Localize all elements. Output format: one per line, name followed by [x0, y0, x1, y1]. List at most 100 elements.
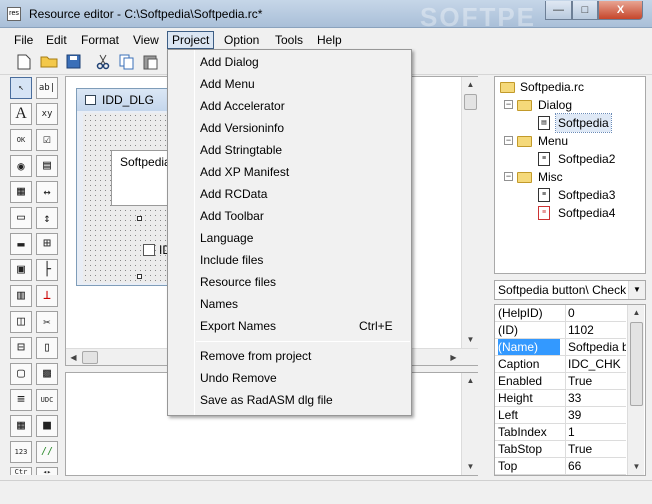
maximize-button[interactable]: □: [572, 1, 598, 20]
listview-tool-icon[interactable]: ▣: [10, 259, 32, 281]
groupbox-tool-icon[interactable]: xy: [36, 103, 58, 125]
collapse-icon[interactable]: −: [504, 136, 513, 145]
custom-control-tool-icon[interactable]: Ctr: [10, 467, 32, 476]
menu-include-files[interactable]: Include files: [200, 250, 263, 270]
grid-tool-icon[interactable]: ▯: [36, 337, 58, 359]
property-row[interactable]: Height 33: [495, 390, 626, 407]
chevron-down-icon[interactable]: ▼: [628, 281, 645, 299]
menu-add-accelerator[interactable]: Add Accelerator: [200, 96, 285, 116]
menu-view[interactable]: View: [129, 31, 163, 49]
new-file-icon[interactable]: [15, 54, 33, 72]
menu-export-names[interactable]: Export Names: [200, 316, 276, 336]
scroll-up-icon[interactable]: ▲: [463, 77, 478, 92]
tree-node-softpedia3[interactable]: Softpedia3: [558, 186, 615, 204]
selection-handle[interactable]: [137, 274, 142, 279]
menu-edit[interactable]: Edit: [42, 31, 71, 49]
scroll-down-icon[interactable]: ▼: [463, 332, 478, 347]
statusbar-tool-icon[interactable]: ◫: [10, 311, 32, 333]
scroll-up-icon[interactable]: ▲: [463, 373, 478, 388]
tree-node-softpedia4[interactable]: Softpedia4: [558, 204, 615, 222]
property-row[interactable]: Enabled True: [495, 373, 626, 390]
scroll-right-icon[interactable]: ▶: [446, 350, 461, 365]
dialog-title-bar[interactable]: IDD_DLG: [77, 89, 171, 111]
property-value[interactable]: IDC_CHK: [565, 356, 626, 372]
tree-node-misc[interactable]: Misc: [538, 168, 563, 186]
property-value[interactable]: True: [565, 441, 626, 457]
menu-add-toolbar[interactable]: Add Toolbar: [200, 206, 264, 226]
groupbox-control[interactable]: Softpedia: [111, 150, 171, 206]
trackbar-tool-icon[interactable]: ├: [36, 259, 58, 281]
scroll-left-icon[interactable]: ◀: [66, 350, 81, 365]
menu-add-versioninfo[interactable]: Add Versioninfo: [200, 118, 284, 138]
property-row[interactable]: TabStop True: [495, 441, 626, 458]
property-row[interactable]: Caption IDC_CHK: [495, 356, 626, 373]
collapse-icon[interactable]: −: [504, 172, 513, 181]
scroll-thumb[interactable]: [82, 351, 98, 364]
updown-tool-icon[interactable]: ▥: [10, 285, 32, 307]
menu-remove-from-project[interactable]: Remove from project: [200, 346, 311, 366]
paste-icon[interactable]: [142, 54, 160, 72]
pointer-tool-icon[interactable]: ↖: [10, 77, 32, 99]
tree-node-menu[interactable]: Menu: [538, 132, 568, 150]
menu-add-dialog[interactable]: Add Dialog: [200, 52, 259, 72]
save-icon[interactable]: [64, 54, 82, 72]
menu-help[interactable]: Help: [313, 31, 346, 49]
menu-add-xp-manifest[interactable]: Add XP Manifest: [200, 162, 289, 182]
scroll-down-icon[interactable]: ▼: [463, 459, 478, 474]
output-vertical-scrollbar[interactable]: ▲ ▼: [461, 373, 478, 475]
menu-add-rcdata[interactable]: Add RCData: [200, 184, 267, 204]
property-value[interactable]: 33: [565, 390, 626, 406]
menu-add-menu[interactable]: Add Menu: [200, 74, 255, 94]
property-row[interactable]: Left 39: [495, 407, 626, 424]
edit-text-tool-icon[interactable]: ab|: [36, 77, 58, 99]
menu-resource-files[interactable]: Resource files: [200, 272, 276, 292]
datetime-tool-icon[interactable]: ▩: [36, 363, 58, 385]
property-row[interactable]: Top 66: [495, 458, 626, 475]
tree-root[interactable]: Softpedia.rc: [520, 78, 584, 96]
menu-language[interactable]: Language: [200, 228, 253, 248]
open-folder-icon[interactable]: [40, 54, 58, 72]
app-icon[interactable]: res: [7, 7, 21, 21]
property-row[interactable]: (Name) Softpedia bu: [495, 339, 626, 356]
property-value[interactable]: 66: [565, 458, 626, 474]
animate-tool-icon[interactable]: ▢: [10, 363, 32, 385]
hscrollbar-tool-icon[interactable]: ↔: [36, 181, 58, 203]
close-button[interactable]: X: [598, 1, 643, 20]
progress-tool-icon[interactable]: ▬: [10, 233, 32, 255]
checkbox-tool-icon[interactable]: ☑: [36, 129, 58, 151]
property-row[interactable]: TabIndex 1: [495, 424, 626, 441]
static-text-tool-icon[interactable]: A: [10, 103, 32, 125]
collapse-icon[interactable]: −: [504, 100, 513, 109]
property-value[interactable]: Softpedia bu: [565, 339, 626, 355]
minimize-button[interactable]: —: [545, 1, 572, 20]
treeview-tool-icon[interactable]: ⊞: [36, 233, 58, 255]
property-row[interactable]: (ID) 1102: [495, 322, 626, 339]
property-value[interactable]: 0: [565, 305, 626, 321]
scroll-thumb[interactable]: [464, 94, 477, 110]
tree-node-softpedia[interactable]: Softpedia: [555, 113, 612, 133]
menu-names[interactable]: Names: [200, 294, 238, 314]
menu-undo-remove[interactable]: Undo Remove: [200, 368, 277, 388]
tree-node-softpedia2[interactable]: Softpedia2: [558, 150, 615, 168]
line-tool-icon[interactable]: //: [36, 441, 58, 463]
property-value[interactable]: True: [565, 373, 626, 389]
scroll-thumb[interactable]: [630, 322, 643, 406]
cut-icon[interactable]: [94, 54, 112, 72]
menu-file[interactable]: File: [10, 31, 37, 49]
menu-project[interactable]: Project: [167, 31, 215, 49]
menu-tools[interactable]: Tools: [271, 31, 307, 49]
checkbox-control[interactable]: [143, 244, 155, 256]
property-vertical-scrollbar[interactable]: ▲ ▼: [627, 305, 644, 475]
button-tool-icon[interactable]: OK: [10, 129, 32, 151]
tree-node-dialog[interactable]: Dialog: [538, 96, 572, 114]
scroll-down-icon[interactable]: ▼: [629, 459, 644, 474]
udc-tool-icon[interactable]: UDC: [36, 389, 58, 411]
menu-add-stringtable[interactable]: Add Stringtable: [200, 140, 282, 160]
menu-option[interactable]: Option: [220, 31, 263, 49]
property-value[interactable]: 39: [565, 407, 626, 423]
menu-save-as-radasm[interactable]: Save as RadASM dlg file: [200, 390, 333, 410]
tab-tool-icon[interactable]: ▭: [10, 207, 32, 229]
image-tool-icon[interactable]: ✂: [36, 311, 58, 333]
property-value[interactable]: 1102: [565, 322, 626, 338]
combobox-tool-icon[interactable]: ▤: [36, 155, 58, 177]
